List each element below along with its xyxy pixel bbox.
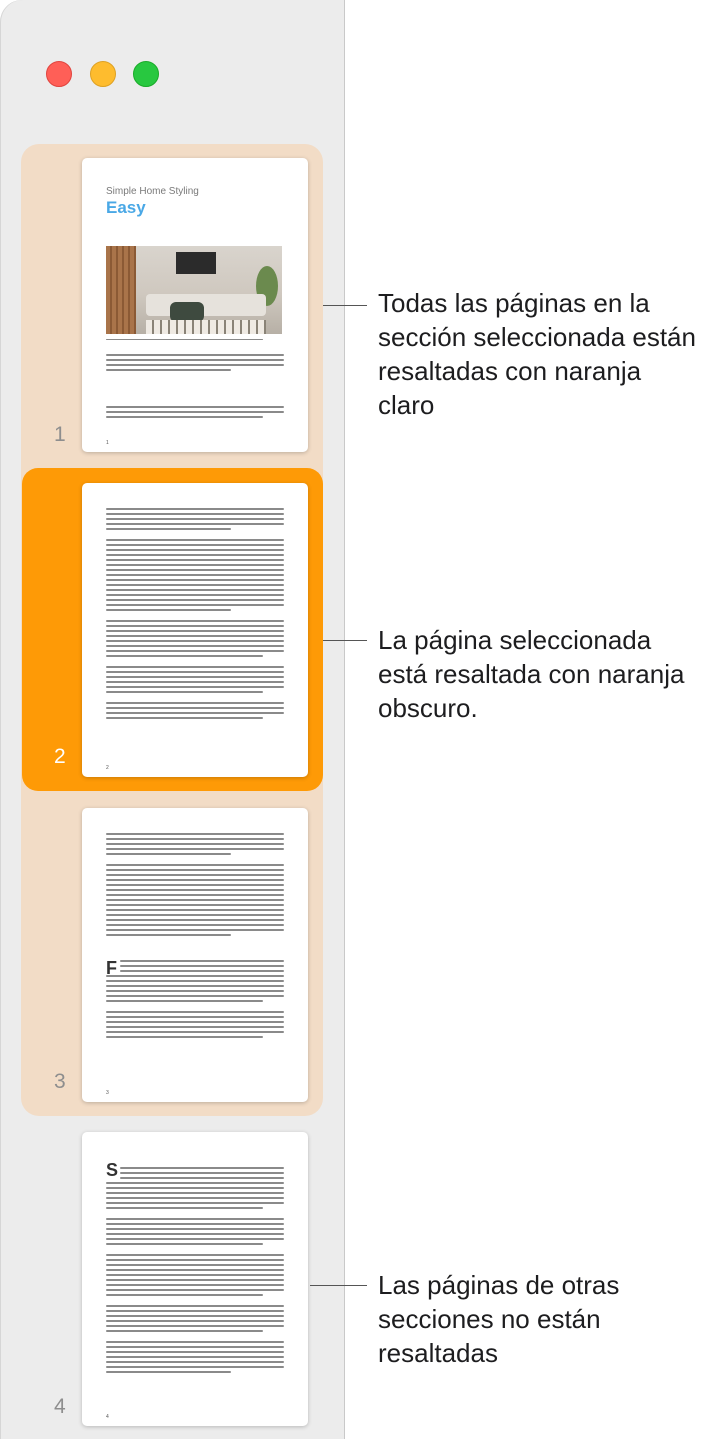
page-thumbnail-1[interactable]: Simple Home Styling Easy 1 bbox=[82, 158, 308, 452]
body-text bbox=[106, 508, 284, 722]
page-footer-number: 3 bbox=[106, 1090, 109, 1096]
page-number-1: 1 bbox=[54, 423, 66, 446]
callout-selected-page: La página seleccionada está resaltada co… bbox=[378, 625, 685, 723]
body-text bbox=[120, 1167, 284, 1182]
page-thumbnail-4[interactable]: S 4 bbox=[82, 1132, 308, 1426]
page-thumbnails-sidebar: Simple Home Styling Easy 1 1 2 2 F 3 3 S… bbox=[0, 0, 345, 1439]
living-room-photo bbox=[106, 246, 282, 334]
callout-other-sections: Las páginas de otras secciones no están … bbox=[378, 1270, 620, 1368]
page-footer-number: 2 bbox=[106, 765, 109, 771]
page-title: Easy bbox=[106, 198, 146, 217]
callout-leader-line bbox=[323, 305, 367, 306]
page-number-3: 3 bbox=[54, 1070, 66, 1093]
photo-caption bbox=[106, 339, 284, 343]
zoom-button[interactable] bbox=[133, 61, 159, 87]
page-thumbnail-3[interactable]: F 3 bbox=[82, 808, 308, 1102]
body-text bbox=[106, 354, 284, 374]
callout-leader-line bbox=[323, 640, 367, 641]
page-thumbnail-2[interactable]: 2 bbox=[82, 483, 308, 777]
close-button[interactable] bbox=[46, 61, 72, 87]
page-number-4: 4 bbox=[54, 1395, 66, 1418]
body-text bbox=[120, 960, 284, 975]
body-text bbox=[106, 1182, 284, 1376]
body-text bbox=[106, 406, 284, 421]
page-footer-number: 4 bbox=[106, 1414, 109, 1420]
page-footer-number: 1 bbox=[106, 440, 109, 446]
page-number-2: 2 bbox=[54, 745, 66, 768]
page-subtitle: Simple Home Styling bbox=[106, 186, 199, 197]
minimize-button[interactable] bbox=[90, 61, 116, 87]
callout-section-highlight: Todas las páginas en la sección seleccio… bbox=[378, 288, 696, 420]
body-text bbox=[106, 833, 284, 939]
drop-cap: S bbox=[106, 1160, 119, 1180]
body-text bbox=[106, 975, 284, 1041]
callout-leader-line bbox=[310, 1285, 367, 1286]
